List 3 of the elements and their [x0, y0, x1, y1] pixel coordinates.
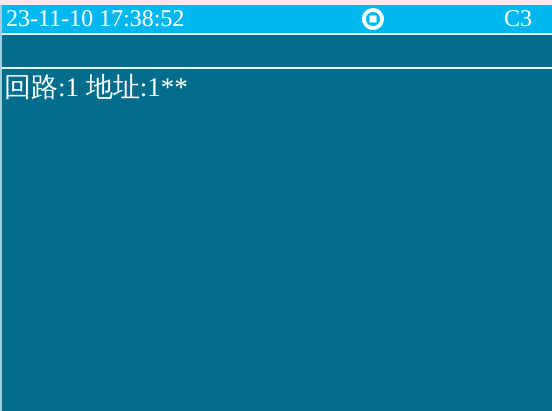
channel-label: C3 [504, 5, 532, 34]
date-time: 23-11-10 17:38:52 [6, 5, 186, 34]
loop-address-text: 回路:1 地址:1** [3, 72, 188, 102]
